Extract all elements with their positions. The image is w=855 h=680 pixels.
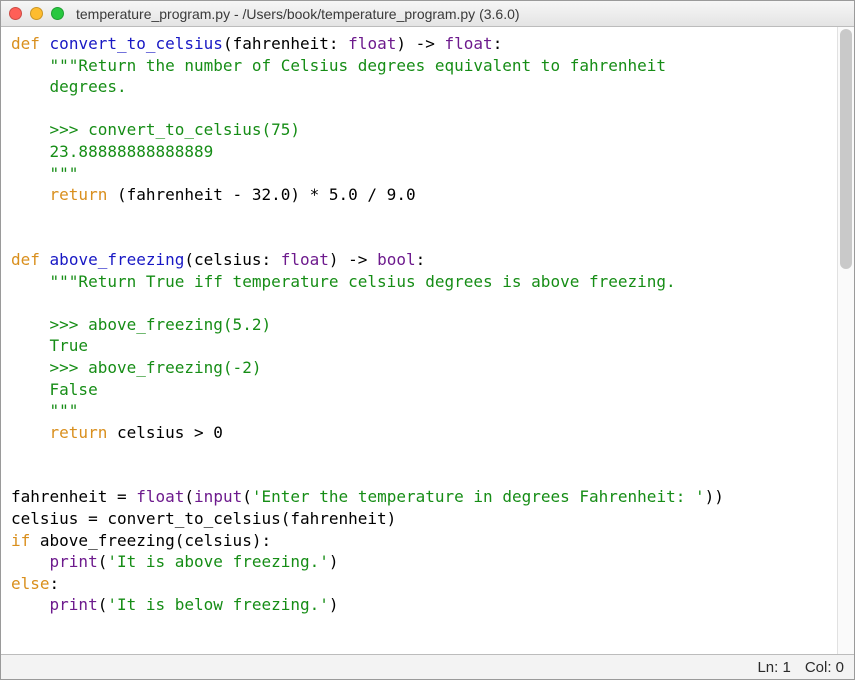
status-line: Ln: 1	[757, 659, 790, 676]
code-text: (fahrenheit:	[223, 34, 348, 53]
code-text	[11, 552, 50, 571]
docstring: >>> convert_to_celsius(75)	[11, 120, 300, 139]
docstring: degrees.	[11, 77, 127, 96]
code-text: (fahrenheit - 32.0) * 5.0 / 9.0	[107, 185, 415, 204]
code-text: ))	[705, 487, 724, 506]
code-editor[interactable]: def convert_to_celsius(fahrenheit: float…	[1, 27, 837, 654]
docstring: 23.88888888888889	[11, 142, 213, 161]
docstring: """Return True iff temperature celsius d…	[11, 272, 676, 291]
string-literal: 'It is below freezing.'	[107, 595, 329, 614]
builtin-type: float	[348, 34, 396, 53]
string-literal: 'Enter the temperature in degrees Fahren…	[252, 487, 705, 506]
keyword-return: return	[11, 423, 107, 442]
editor-window: temperature_program.py - /Users/book/tem…	[0, 0, 855, 680]
string-literal: 'It is above freezing.'	[107, 552, 329, 571]
builtin-float: float	[136, 487, 184, 506]
code-text: (	[242, 487, 252, 506]
docstring: False	[11, 380, 98, 399]
code-text: ) ->	[329, 250, 377, 269]
builtin-print: print	[50, 595, 98, 614]
builtin-print: print	[50, 552, 98, 571]
titlebar[interactable]: temperature_program.py - /Users/book/tem…	[1, 1, 854, 27]
code-text: celsius = convert_to_celsius(fahrenheit)	[11, 509, 396, 528]
code-text: )	[329, 595, 339, 614]
close-icon[interactable]	[9, 7, 22, 20]
code-text: (	[98, 552, 108, 571]
code-text	[40, 34, 50, 53]
docstring: >>> above_freezing(-2)	[11, 358, 261, 377]
keyword-else: else	[11, 574, 50, 593]
docstring: True	[11, 336, 88, 355]
vertical-scrollbar[interactable]	[837, 27, 854, 654]
status-column: Col: 0	[805, 659, 844, 676]
code-text: fahrenheit =	[11, 487, 136, 506]
code-text: :	[493, 34, 503, 53]
scrollbar-thumb[interactable]	[840, 29, 852, 269]
code-text: (	[184, 487, 194, 506]
code-text: )	[329, 552, 339, 571]
code-text: :	[416, 250, 426, 269]
window-title: temperature_program.py - /Users/book/tem…	[76, 6, 520, 22]
builtin-input: input	[194, 487, 242, 506]
builtin-type: bool	[377, 250, 416, 269]
code-text: celsius > 0	[107, 423, 223, 442]
func-name: above_freezing	[50, 250, 185, 269]
builtin-type: float	[445, 34, 493, 53]
code-text: (celsius:	[184, 250, 280, 269]
keyword-def: def	[11, 34, 40, 53]
docstring: """	[11, 164, 78, 183]
code-text	[11, 595, 50, 614]
keyword-return: return	[11, 185, 107, 204]
editor-wrap: def convert_to_celsius(fahrenheit: float…	[1, 27, 854, 654]
docstring: >>> above_freezing(5.2)	[11, 315, 271, 334]
keyword-if: if	[11, 531, 30, 550]
statusbar: Ln: 1 Col: 0	[1, 654, 854, 679]
builtin-type: float	[281, 250, 329, 269]
code-text: above_freezing(celsius):	[30, 531, 271, 550]
docstring: """Return the number of Celsius degrees …	[11, 56, 666, 75]
code-text: (	[98, 595, 108, 614]
zoom-icon[interactable]	[51, 7, 64, 20]
code-text: :	[50, 574, 60, 593]
func-name: convert_to_celsius	[50, 34, 223, 53]
minimize-icon[interactable]	[30, 7, 43, 20]
traffic-lights	[9, 7, 64, 20]
keyword-def: def	[11, 250, 40, 269]
code-text: ) ->	[396, 34, 444, 53]
docstring: """	[11, 401, 78, 420]
code-text	[40, 250, 50, 269]
